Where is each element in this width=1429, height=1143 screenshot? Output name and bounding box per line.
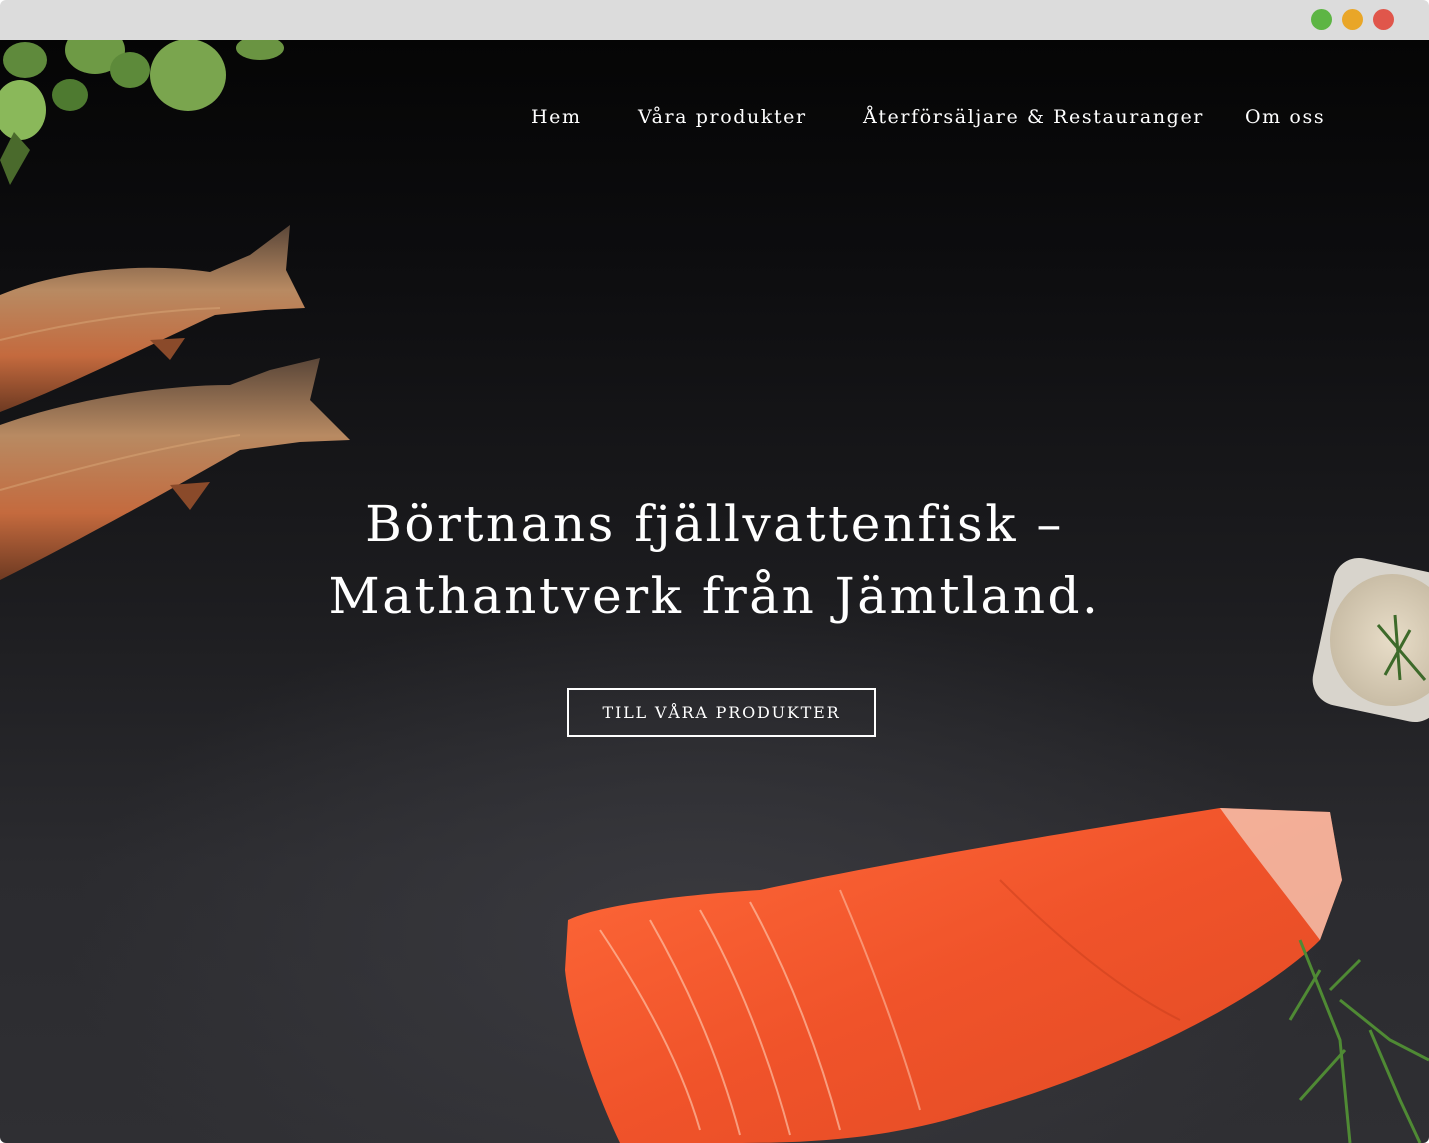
nav-item-about[interactable]: Om oss — [1245, 106, 1325, 128]
products-cta-button[interactable]: TILL VÅRA PRODUKTER — [567, 688, 876, 737]
headline-line-1: Börtnans fjällvattenfisk – — [365, 495, 1064, 553]
hero-headline: Börtnans fjällvattenfisk – Mathantverk f… — [0, 488, 1429, 632]
nav-item-hem[interactable]: Hem — [531, 106, 582, 128]
dill-image — [1288, 939, 1429, 1143]
title-bar — [0, 0, 1429, 40]
minimize-window-button[interactable] — [1311, 9, 1332, 30]
browser-window: Hem Våra produkter Återförsäljare & Rest… — [0, 0, 1429, 1143]
maximize-window-button[interactable] — [1342, 9, 1363, 30]
nav-item-retailers[interactable]: Återförsäljare & Restauranger — [863, 106, 1204, 128]
salmon-fillet-image — [565, 808, 1342, 1143]
hero-section: Hem Våra produkter Återförsäljare & Rest… — [0, 40, 1429, 1143]
headline-line-2: Mathantverk från Jämtland. — [328, 567, 1101, 625]
main-nav: Hem Våra produkter Återförsäljare & Rest… — [0, 106, 1429, 136]
close-window-button[interactable] — [1373, 9, 1394, 30]
nav-item-products[interactable]: Våra produkter — [638, 106, 807, 128]
